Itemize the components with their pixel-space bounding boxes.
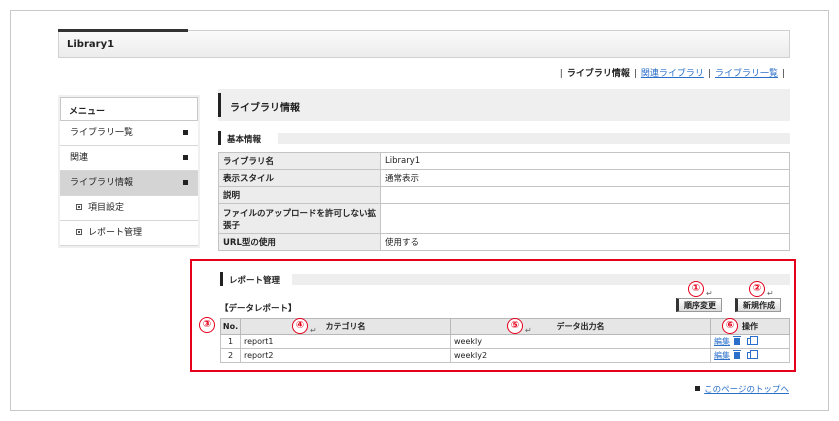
trash-icon[interactable] [733,336,741,345]
info-row: 表示スタイル 通常表示 [218,169,790,187]
annotation-marker-6: ⑥ [722,318,738,334]
sidebar-item-related[interactable]: 関連 [60,146,198,171]
copy-icon[interactable] [747,350,758,359]
row-actions: 編集 [710,334,790,349]
table-row: 1 report1 weekly 編集 [220,334,790,349]
basic-info-header: 基本情報 [218,131,790,145]
sidebar-menu: メニュー ライブラリ一覧 関連 ライブラリ情報 項目設定 レポート管理 [58,95,200,248]
column-header-no: No. [220,318,241,335]
return-arrow-icon: ↵ [767,289,774,298]
topnav-link-related[interactable]: 関連ライブラリ [641,69,704,79]
return-arrow-icon: ↵ [706,289,713,298]
annotation-marker-1: ① [688,281,704,297]
section-header: ライブラリ情報 [218,89,790,121]
return-arrow-icon: ↵ [310,326,317,335]
info-row: URL型の使用 使用する [218,233,790,251]
bullet-square-icon [695,386,701,391]
title-accent-line [58,29,188,32]
info-row: ライブラリ名 Library1 [218,152,790,170]
bullet-square-icon [183,130,188,135]
sidebar-item-library-info[interactable]: ライブラリ情報 [60,171,198,196]
annotation-marker-2: ② [749,281,765,297]
report-management-header: レポート管理 [220,272,790,286]
bullet-square-icon [183,155,188,160]
sidebar-item-label: ライブラリ情報 [70,178,134,188]
info-row: 説明 [218,186,790,204]
report-management-title: レポート管理 [229,276,281,286]
topnav-link-list[interactable]: ライブラリ一覧 [715,69,778,79]
bullet-square-icon [183,180,188,185]
section-title: ライブラリ情報 [230,103,300,114]
window-title: Library1 [67,39,115,50]
trash-icon[interactable] [733,350,741,359]
sidebar-subitem-field-settings[interactable]: 項目設定 [60,196,198,221]
data-report-label: 【データレポート】 [220,304,297,314]
sidebar-header: メニュー [60,97,198,121]
checkbox-bullet-icon [76,204,82,210]
window-title-bar: Library1 [58,29,790,58]
page-top-link[interactable]: このページのトップへ [704,385,789,395]
annotation-marker-3: ③ [199,317,215,333]
row-actions: 編集 [710,348,790,363]
checkbox-bullet-icon [76,229,82,235]
sidebar-item-label: 関連 [70,153,89,163]
basic-info-title: 基本情報 [227,135,262,145]
return-arrow-icon: ↵ [525,326,532,335]
table-row: 2 report2 weekly2 編集 [220,348,790,363]
page-top-link-wrap: このページのトップへ [695,383,789,395]
sidebar-item-library-list[interactable]: ライブラリ一覧 [60,121,198,146]
sidebar-subitem-report-management[interactable]: レポート管理 [60,221,198,246]
copy-icon[interactable] [747,336,758,345]
edit-link[interactable]: 編集 [714,351,730,360]
library-info-table: ライブラリ名 Library1 表示スタイル 通常表示 説明 ファイルのアップロード… [218,152,790,251]
top-navigation: | ライブラリ情報 | 関連ライブラリ | ライブラリ一覧 | [559,69,785,79]
annotation-marker-5: ⑤ [507,318,523,334]
sidebar-item-label: ライブラリ一覧 [70,128,134,138]
annotation-marker-4: ④ [292,318,308,334]
column-header-category: カテゴリ名 [240,318,451,335]
info-row: ファイルのアップロードを許可しない拡張子 [218,203,790,234]
edit-link[interactable]: 編集 [714,337,730,346]
topnav-current: ライブラリ情報 [566,69,630,79]
column-header-output: データ出力名 [450,318,711,335]
create-new-button[interactable]: 新規作成 [735,298,781,312]
reorder-button[interactable]: 順序変更 [676,298,722,312]
